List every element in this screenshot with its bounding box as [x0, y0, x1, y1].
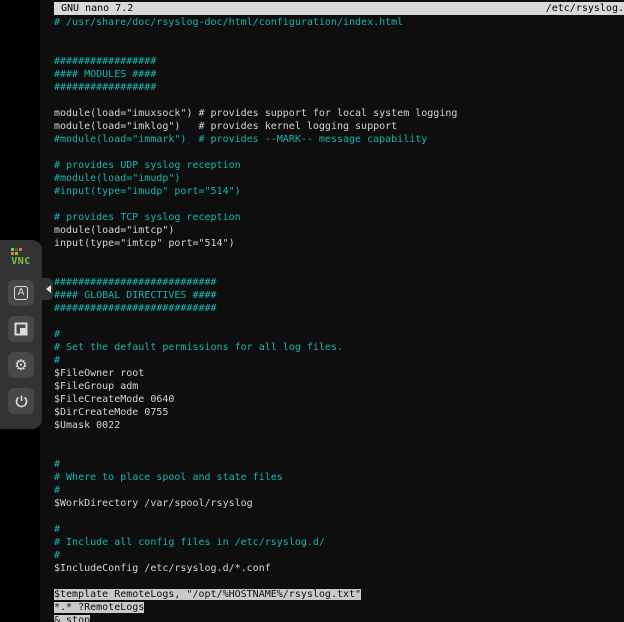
- control-bar-handle[interactable]: [42, 278, 53, 300]
- terminal-line: [54, 510, 624, 523]
- terminal-line: #: [54, 458, 624, 471]
- disconnect-button[interactable]: [8, 388, 34, 414]
- terminal-body[interactable]: # /usr/share/doc/rsyslog-doc/html/config…: [54, 16, 624, 622]
- terminal-line: $Umask 0022: [54, 419, 624, 432]
- terminal-line: $IncludeConfig /etc/rsyslog.d/*.conf: [54, 562, 624, 575]
- terminal-line: $WorkDirectory /var/spool/rsyslog: [54, 497, 624, 510]
- terminal-line: #: [54, 328, 624, 341]
- fullscreen-button[interactable]: [8, 316, 34, 342]
- terminal-line: $FileCreateMode 0640: [54, 393, 624, 406]
- terminal-line: #### GLOBAL DIRECTIVES ####: [54, 289, 624, 302]
- terminal-line: [54, 94, 624, 107]
- terminal-line: #: [54, 354, 624, 367]
- novnc-control-bar[interactable]: VNC A ⚙: [0, 240, 42, 429]
- terminal-line: #: [54, 549, 624, 562]
- terminal-line: # provides UDP syslog reception: [54, 159, 624, 172]
- terminal-line: [54, 315, 624, 328]
- terminal-line: # /usr/share/doc/rsyslog-doc/html/config…: [54, 16, 624, 29]
- terminal-line: module(load="imuxsock") # provides suppo…: [54, 107, 624, 120]
- nano-version-label: GNU nano 7.2: [54, 2, 133, 15]
- terminal-window[interactable]: GNU nano 7.2 /etc/rsyslog. # /usr/share/…: [40, 0, 624, 622]
- terminal-line: $FileGroup adm: [54, 380, 624, 393]
- terminal-line: [54, 146, 624, 159]
- terminal-line: $DirCreateMode 0755: [54, 406, 624, 419]
- novnc-logo: VNC: [11, 248, 31, 267]
- terminal-line: # Set the default permissions for all lo…: [54, 341, 624, 354]
- gear-icon: ⚙: [14, 358, 27, 373]
- terminal-line: [54, 445, 624, 458]
- terminal-line: #module(load="imudp"): [54, 172, 624, 185]
- terminal-line: #### MODULES ####: [54, 68, 624, 81]
- terminal-line: # provides TCP syslog reception: [54, 211, 624, 224]
- fullscreen-icon: [14, 322, 28, 336]
- terminal-line: & stop: [54, 614, 624, 622]
- terminal-line: [54, 575, 624, 588]
- novnc-logo-pixels: [11, 248, 23, 256]
- terminal-line: # Where to place spool and state files: [54, 471, 624, 484]
- power-icon: [14, 394, 29, 409]
- collapse-arrow-icon: [42, 285, 51, 293]
- terminal-line: input(type="imtcp" port="514"): [54, 237, 624, 250]
- nano-titlebar: GNU nano 7.2 /etc/rsyslog.: [54, 2, 624, 15]
- extra-keys-button[interactable]: A: [8, 280, 34, 306]
- terminal-line: ###########################: [54, 276, 624, 289]
- terminal-line: #input(type="imudp" port="514"): [54, 185, 624, 198]
- keyboard-key-icon: A: [14, 286, 29, 300]
- terminal-line: [54, 198, 624, 211]
- terminal-line: #module(load="immark") # provides --MARK…: [54, 133, 624, 146]
- terminal-line: [54, 29, 624, 42]
- terminal-line: [54, 432, 624, 445]
- terminal-line: *.* ?RemoteLogs: [54, 601, 624, 614]
- terminal-line: #: [54, 484, 624, 497]
- nano-filename-label: /etc/rsyslog.: [546, 2, 624, 15]
- terminal-line: # Include all config files in /etc/rsysl…: [54, 536, 624, 549]
- terminal-line: ###########################: [54, 302, 624, 315]
- terminal-line: $template RemoteLogs, "/opt/%HOSTNAME%/r…: [54, 588, 624, 601]
- screen: GNU nano 7.2 /etc/rsyslog. # /usr/share/…: [0, 0, 624, 622]
- terminal-line: $FileOwner root: [54, 367, 624, 380]
- terminal-line: module(load="imklog") # provides kernel …: [54, 120, 624, 133]
- terminal-line: #: [54, 523, 624, 536]
- novnc-logo-text: VNC: [11, 256, 31, 267]
- terminal-line: [54, 263, 624, 276]
- settings-button[interactable]: ⚙: [8, 352, 34, 378]
- terminal-line: [54, 250, 624, 263]
- terminal-line: #################: [54, 55, 624, 68]
- terminal-line: module(load="imtcp"): [54, 224, 624, 237]
- terminal-line: [54, 42, 624, 55]
- terminal-line: #################: [54, 81, 624, 94]
